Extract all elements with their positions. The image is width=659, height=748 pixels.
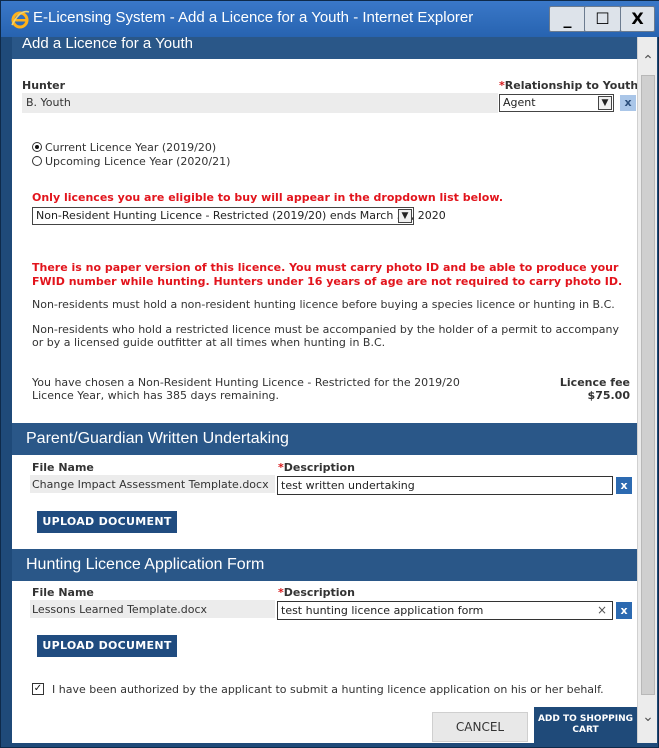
dialog-footer: CANCEL ADD TO SHOPPING CART [12, 707, 637, 743]
radio-upcoming-year[interactable]: Upcoming Licence Year (2020/21) [32, 155, 230, 168]
application-file-name: Lessons Learned Template.docx [32, 603, 208, 616]
authorization-checkbox[interactable]: ✓ [32, 683, 44, 695]
dialog-header: Add a Licence for a Youth [12, 37, 637, 59]
application-description-value: test hunting licence application form [281, 604, 484, 617]
undertaking-description-input[interactable]: test written undertaking [277, 476, 613, 495]
browser-window: E-Licensing System - Add a Licence for a… [0, 0, 659, 748]
non-resident-info: Non-residents must hold a non-resident h… [32, 298, 615, 311]
radio-unselected-icon [32, 156, 42, 166]
restricted-licence-info: Non-residents who hold a restricted lice… [32, 323, 619, 349]
radio-upcoming-label: Upcoming Licence Year (2020/21) [45, 155, 231, 168]
photo-id-warning: There is no paper version of this licenc… [32, 261, 623, 288]
licence-select[interactable]: Non-Resident Hunting Licence - Restricte… [32, 207, 446, 225]
application-description-input[interactable]: test hunting licence application form × [277, 601, 613, 620]
scroll-up-icon[interactable]: ⌃ [638, 51, 658, 71]
application-description-label-text: Description [283, 586, 355, 599]
undertaking-file-name: Change Impact Assessment Template.docx [32, 478, 269, 491]
eligibility-notice: Only licences you are eligible to buy wi… [32, 191, 504, 204]
licence-select-value: Non-Resident Hunting Licence - Restricte… [36, 209, 446, 222]
undertaking-file-name-label: File Name [32, 461, 94, 474]
chevron-down-icon: ▼ [598, 96, 612, 110]
relationship-label: *Relationship to Youth [499, 79, 637, 92]
upload-application-button[interactable]: UPLOAD DOCUMENT [37, 635, 177, 657]
hunter-row [22, 93, 498, 113]
internet-explorer-icon [11, 10, 30, 29]
licence-fee-value: $75.00 [587, 389, 630, 402]
application-section-header: Hunting Licence Application Form [12, 549, 637, 581]
relationship-value: Agent [503, 96, 536, 109]
radio-current-year[interactable]: Current Licence Year (2019/20) [32, 141, 216, 154]
vertical-scrollbar[interactable]: ⌃ ⌄ [637, 37, 657, 743]
hunter-label: Hunter [22, 79, 66, 92]
title-bar: E-Licensing System - Add a Licence for a… [1, 1, 659, 37]
hunter-name: B. Youth [26, 96, 71, 109]
window-title: E-Licensing System - Add a Licence for a… [33, 9, 474, 26]
scrollbar-thumb[interactable] [641, 75, 655, 695]
clear-relationship-button[interactable]: x [620, 95, 636, 111]
radio-current-label: Current Licence Year (2019/20) [45, 141, 217, 154]
minimize-button[interactable]: _ [549, 6, 586, 32]
scroll-down-icon[interactable]: ⌄ [638, 707, 658, 727]
undertaking-description-label-text: Description [283, 461, 355, 474]
dialog-content: Add a Licence for a Youth Hunter *Relati… [12, 37, 637, 743]
relationship-label-text: Relationship to Youth [504, 79, 637, 92]
undertaking-description-label: *Description [278, 461, 355, 474]
clear-input-icon[interactable]: × [597, 602, 607, 619]
add-to-shopping-cart-button[interactable]: ADD TO SHOPPING CART [534, 707, 637, 743]
close-window-button[interactable]: X [620, 6, 655, 32]
licence-summary: You have chosen a Non-Resident Hunting L… [32, 376, 460, 402]
remove-undertaking-button[interactable]: x [616, 477, 632, 494]
undertaking-section-header: Parent/Guardian Written Undertaking [12, 423, 637, 455]
relationship-select[interactable]: Agent ▼ [499, 94, 614, 112]
chevron-down-icon: ▼ [398, 209, 412, 223]
licence-fee-label: Licence fee [559, 376, 630, 389]
upload-undertaking-button[interactable]: UPLOAD DOCUMENT [37, 511, 177, 533]
remove-application-button[interactable]: x [616, 602, 632, 619]
cancel-button[interactable]: CANCEL [432, 712, 528, 742]
application-file-name-label: File Name [32, 586, 94, 599]
maximize-button[interactable]: ☐ [584, 6, 621, 32]
radio-selected-icon [32, 142, 42, 152]
authorization-text: I have been authorized by the applicant … [52, 683, 604, 696]
application-description-label: *Description [278, 586, 355, 599]
